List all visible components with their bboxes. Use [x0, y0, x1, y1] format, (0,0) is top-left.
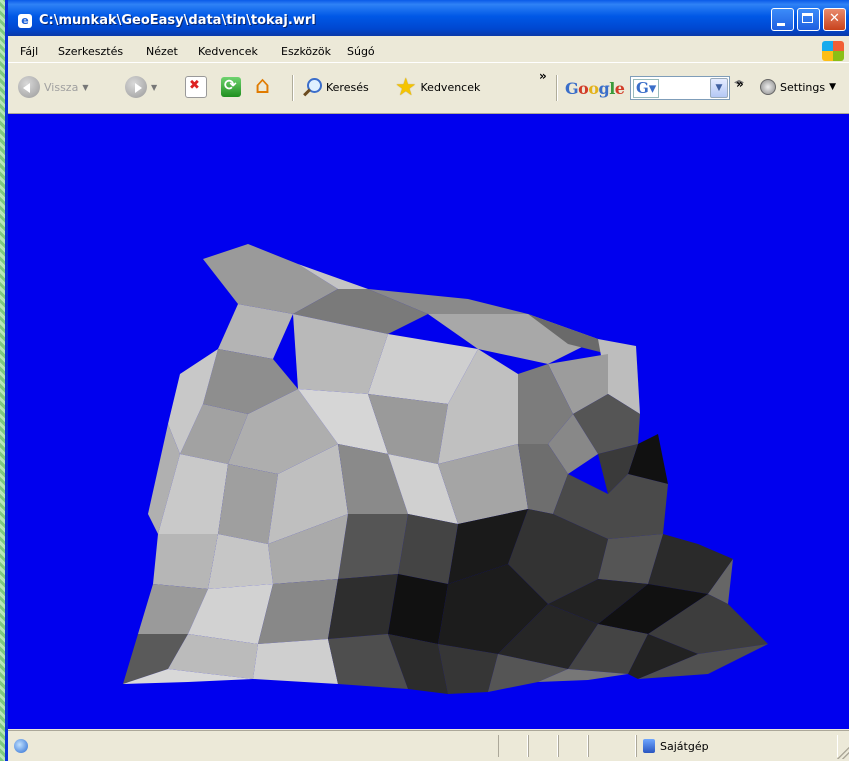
- search-icon: [302, 77, 322, 97]
- computer-zone-icon: [643, 739, 655, 753]
- google-search-input[interactable]: G▾ ▼: [630, 76, 730, 100]
- favorites-button[interactable]: ★ Kedvencek: [395, 75, 480, 99]
- star-icon: ★: [395, 73, 417, 101]
- window-title: C:\munkak\GeoEasy\data\tin\tokaj.wrl: [39, 13, 316, 28]
- menu-view[interactable]: Nézet: [146, 45, 178, 58]
- home-button[interactable]: [255, 71, 275, 99]
- toolbar-more-icon[interactable]: »: [539, 69, 547, 83]
- settings-label: Settings: [780, 80, 826, 94]
- status-cell: [528, 735, 558, 757]
- refresh-icon: [221, 76, 241, 97]
- settings-button[interactable]: Settings ▼: [760, 75, 836, 99]
- back-button[interactable]: Vissza ▼: [18, 75, 88, 99]
- forward-dropdown-icon[interactable]: ▼: [151, 83, 157, 92]
- status-bar: Sajátgép: [8, 730, 849, 761]
- windows-logo-icon: [822, 41, 844, 61]
- security-zone-label: Sajátgép: [660, 740, 709, 753]
- menu-tools[interactable]: Eszközök: [281, 45, 331, 58]
- status-cell: [588, 735, 636, 757]
- settings-dropdown-icon: ▼: [829, 82, 837, 92]
- minimize-button[interactable]: [771, 8, 794, 31]
- favorites-label: Kedvencek: [420, 80, 481, 94]
- toolbar-separator: [292, 75, 294, 101]
- page-status-icon: [14, 739, 28, 753]
- search-label: Keresés: [326, 80, 369, 94]
- settings-icon: [760, 79, 776, 95]
- ie-icon: e: [18, 14, 32, 28]
- title-bar[interactable]: e C:\munkak\GeoEasy\data\tin\tokaj.wrl ✕: [8, 0, 849, 36]
- refresh-button[interactable]: [221, 75, 241, 99]
- toolbar: Vissza ▼ ▼ Keresés ★ Kedvencek » Google: [8, 63, 849, 114]
- vrml-viewport[interactable]: [8, 114, 849, 729]
- google-logo: Google: [565, 78, 625, 98]
- forward-arrow-icon: [125, 76, 147, 98]
- back-arrow-icon: [18, 76, 40, 98]
- menu-favorites[interactable]: Kedvencek: [198, 45, 258, 58]
- resize-grip-icon[interactable]: [837, 747, 849, 759]
- toolbar-separator: [556, 75, 558, 101]
- home-icon: [255, 71, 275, 99]
- stop-button[interactable]: [185, 75, 207, 99]
- menu-bar: Fájl Szerkesztés Nézet Kedvencek Eszközö…: [8, 40, 849, 63]
- tin-terrain-model[interactable]: [8, 114, 849, 729]
- back-label: Vissza: [44, 80, 79, 94]
- status-cell: [498, 735, 528, 757]
- menu-file[interactable]: Fájl: [20, 45, 38, 58]
- google-g-icon[interactable]: G▾: [633, 79, 660, 98]
- maximize-button[interactable]: [797, 8, 820, 31]
- google-dropdown-icon[interactable]: ▼: [710, 78, 728, 98]
- menu-edit[interactable]: Szerkesztés: [58, 45, 123, 58]
- back-dropdown-icon[interactable]: ▼: [82, 83, 88, 92]
- status-cell: [558, 735, 588, 757]
- forward-button[interactable]: ▼: [125, 75, 157, 99]
- stop-icon: [185, 76, 207, 98]
- search-button[interactable]: Keresés: [302, 75, 369, 99]
- menu-help[interactable]: Súgó: [347, 45, 375, 58]
- close-button[interactable]: ✕: [823, 8, 846, 31]
- google-more-icon[interactable]: »: [736, 77, 744, 91]
- browser-window: e C:\munkak\GeoEasy\data\tin\tokaj.wrl ✕…: [5, 0, 849, 761]
